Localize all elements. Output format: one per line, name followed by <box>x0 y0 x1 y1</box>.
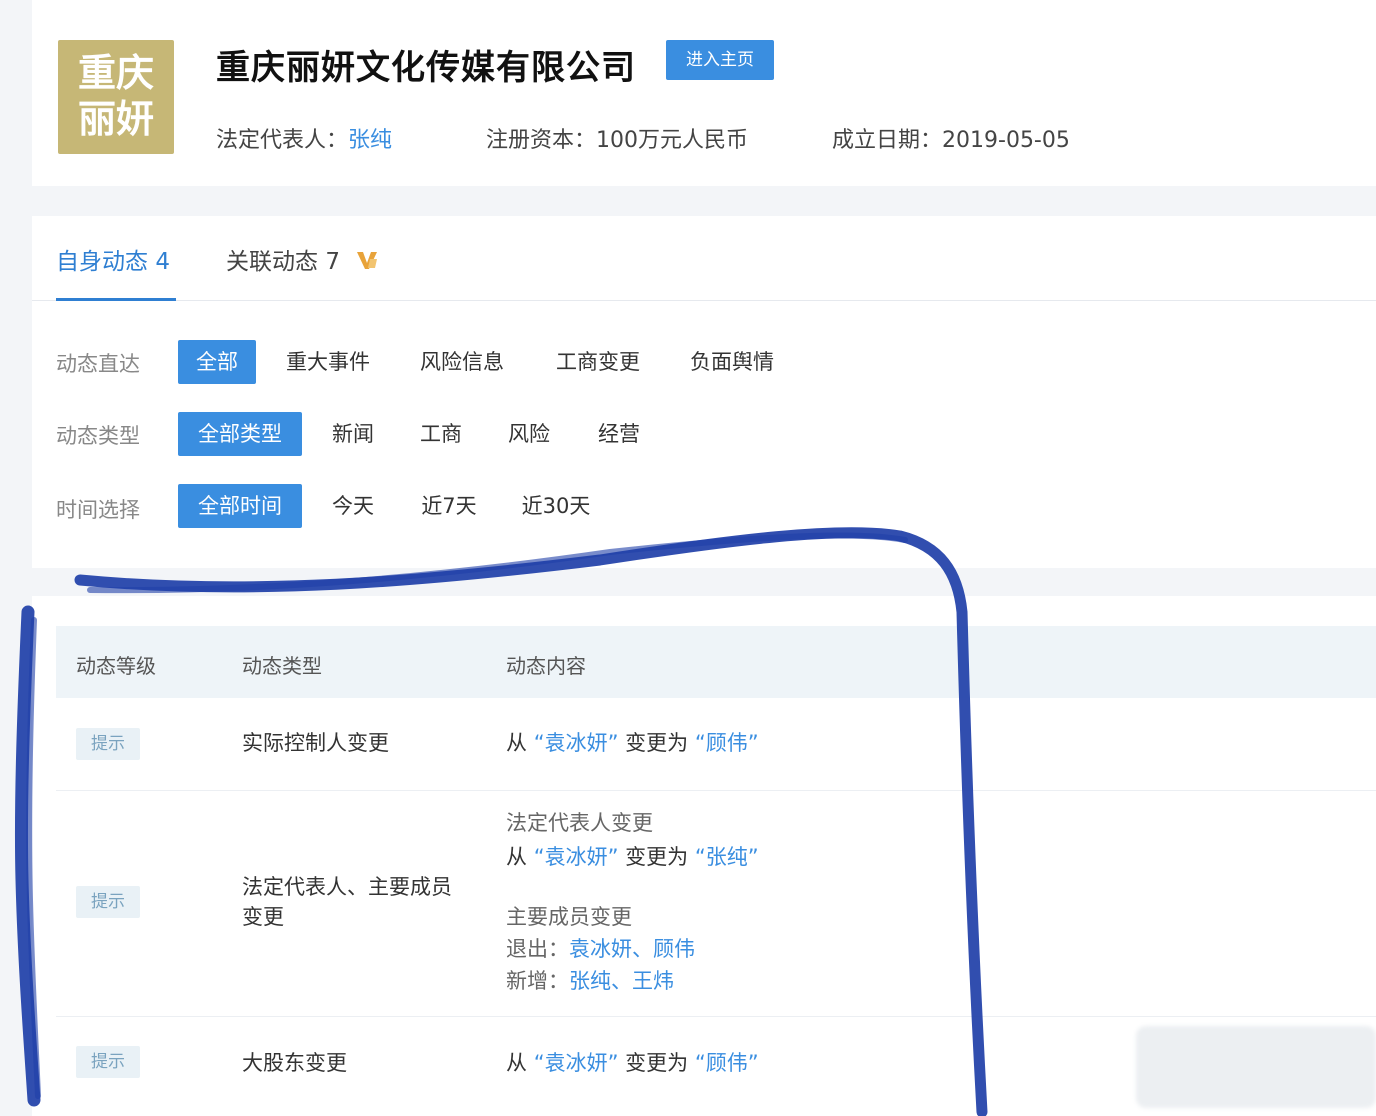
person-link[interactable]: “袁冰妍” <box>534 845 619 869</box>
logo-text-line1: 重庆 <box>77 51 154 95</box>
founded-label: 成立日期： <box>832 128 943 153</box>
filter-type-label: 动态类型 <box>56 424 140 448</box>
filter-direct-all[interactable]: 全部 <box>178 340 256 384</box>
founded-value: 2019-05-05 <box>942 128 1070 153</box>
dynamic-type-line1: 法定代表人、主要成员 <box>242 875 452 899</box>
dynamics-filter-panel: 自身动态 4 关联动态 7 动态直达 全部 重大事件 风险信息 工商变更 负面舆… <box>32 216 1376 568</box>
vip-icon <box>357 252 378 269</box>
tab-related-label: 关联动态 <box>226 249 318 275</box>
members-exit: 退出：袁冰妍、顾伟 <box>506 934 695 965</box>
row-divider <box>56 1016 1376 1017</box>
tab-self-dynamics[interactable]: 自身动态 4 <box>56 242 170 276</box>
enter-homepage-button[interactable]: 进入主页 <box>666 40 774 80</box>
legal-rep-label: 法定代表人： <box>216 128 349 153</box>
tab-self-label: 自身动态 <box>56 249 148 275</box>
filter-type-risk[interactable]: 风险 <box>498 412 560 456</box>
founded-date: 成立日期：2019-05-05 <box>832 122 1070 154</box>
new-label: 新增： <box>506 969 569 993</box>
active-tab-indicator <box>56 298 176 301</box>
legal-rep-link[interactable]: 张纯 <box>348 128 392 153</box>
dynamic-content: 从 “袁冰妍” 变更为 “顾伟” <box>506 728 759 759</box>
company-name: 重庆丽妍文化传媒有限公司 <box>216 48 636 88</box>
header-type: 动态类型 <box>242 654 322 678</box>
person-link[interactable]: “袁冰妍” <box>534 731 619 755</box>
filter-direct-label: 动态直达 <box>56 352 140 376</box>
person-link[interactable]: “袁冰妍” <box>534 1051 619 1075</box>
person-link[interactable]: “顾伟” <box>695 1051 759 1075</box>
capital-value: 100万元人民币 <box>596 128 749 153</box>
logo-text-line2: 丽妍 <box>77 97 154 141</box>
members-new: 新增：张纯、王炜 <box>506 966 674 997</box>
filter-type-operation[interactable]: 经营 <box>588 412 650 456</box>
person-link[interactable]: “张纯” <box>695 845 759 869</box>
registered-capital: 注册资本：100万元人民币 <box>486 122 748 154</box>
content-prefix: 从 <box>506 1051 527 1075</box>
content-mid: 变更为 <box>625 731 689 755</box>
filter-time-today[interactable]: 今天 <box>322 484 384 528</box>
content-title-legal-rep: 法定代表人变更 <box>506 811 653 835</box>
header-content: 动态内容 <box>506 654 586 678</box>
legal-representative: 法定代表人：张纯 <box>216 122 392 154</box>
header-level: 动态等级 <box>76 654 156 678</box>
filter-direct-negative-news[interactable]: 负面舆情 <box>680 340 784 384</box>
company-header: 重庆 丽妍 重庆丽妍文化传媒有限公司 进入主页 法定代表人：张纯 注册资本：10… <box>32 0 1376 186</box>
filter-time-all[interactable]: 全部时间 <box>178 484 302 528</box>
dynamic-type: 实际控制人变更 <box>242 731 389 755</box>
content-title-members: 主要成员变更 <box>506 905 632 929</box>
filter-direct-major-events[interactable]: 重大事件 <box>276 340 380 384</box>
person-link[interactable]: 袁冰妍、顾伟 <box>569 937 695 961</box>
filter-type-all[interactable]: 全部类型 <box>178 412 302 456</box>
content-prefix: 从 <box>506 731 527 755</box>
row-divider <box>56 790 1376 791</box>
level-badge: 提示 <box>76 728 140 760</box>
level-badge: 提示 <box>76 886 140 918</box>
dynamic-content: 从 “袁冰妍” 变更为 “张纯” <box>506 842 759 873</box>
content-mid: 变更为 <box>625 1051 689 1075</box>
filter-time-label: 时间选择 <box>56 498 140 522</box>
content-mid: 变更为 <box>625 845 689 869</box>
level-badge: 提示 <box>76 1046 140 1078</box>
capital-label: 注册资本： <box>486 128 597 153</box>
filter-time-30days[interactable]: 近30天 <box>510 484 602 528</box>
filter-direct-risk-info[interactable]: 风险信息 <box>410 340 514 384</box>
dynamic-content: 从 “袁冰妍” 变更为 “顾伟” <box>506 1048 759 1079</box>
tab-related-count: 7 <box>325 249 340 275</box>
filter-time-7days[interactable]: 近7天 <box>410 484 488 528</box>
person-link[interactable]: “顾伟” <box>695 731 759 755</box>
filter-type-business[interactable]: 工商 <box>410 412 472 456</box>
dynamic-type-line2: 变更 <box>242 905 284 929</box>
content-prefix: 从 <box>506 845 527 869</box>
tabs-divider <box>32 300 1376 301</box>
tab-self-count: 4 <box>155 249 170 275</box>
dynamic-type: 大股东变更 <box>242 1051 347 1075</box>
blurred-overlay <box>1136 1026 1376 1108</box>
person-link[interactable]: 张纯、王炜 <box>569 969 674 993</box>
filter-direct-business-change[interactable]: 工商变更 <box>546 340 650 384</box>
filter-type-news[interactable]: 新闻 <box>322 412 384 456</box>
table-header: 动态等级 动态类型 动态内容 <box>56 626 1376 698</box>
tab-related-dynamics[interactable]: 关联动态 7 <box>226 242 379 276</box>
exit-label: 退出： <box>506 937 569 961</box>
company-logo: 重庆 丽妍 <box>58 40 174 154</box>
